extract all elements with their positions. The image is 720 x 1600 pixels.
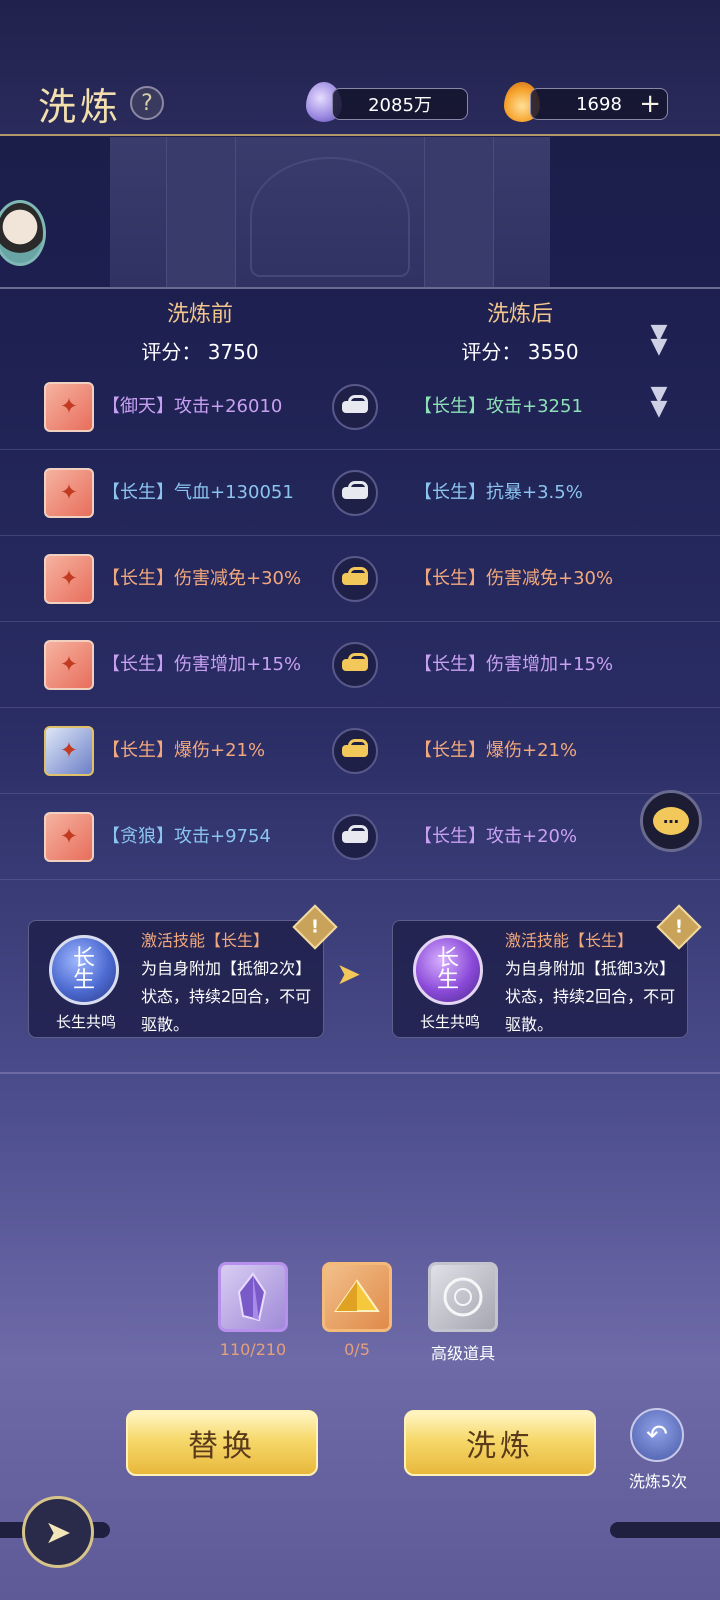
divider (0, 1072, 720, 1074)
attr-after: 【长生】攻击+3251 (414, 396, 583, 417)
lock-icon[interactable] (332, 384, 378, 430)
chevron-down-icon[interactable]: ▼ ▼ (648, 322, 670, 358)
skill-title: 激活技能【长生】 (141, 931, 270, 950)
boots-icon[interactable]: ✦ (44, 640, 94, 690)
banner-emblem-icon (250, 157, 410, 277)
refine-button[interactable]: 洗炼 (404, 1410, 596, 1476)
skill-name: 长生共鸣 (419, 1013, 480, 1031)
currency-flame: 1698 + (530, 88, 668, 120)
before-label: 洗炼前 (166, 302, 233, 327)
chevron-down-icon[interactable]: ▼ ▼ (648, 384, 670, 420)
lock-icon[interactable] (332, 556, 378, 602)
attr-before: 【贪狼】攻击+9754 (102, 826, 271, 847)
after-score: 评分： 3550 (340, 336, 700, 365)
avatar[interactable] (0, 200, 46, 266)
after-score-value: 3550 (527, 340, 579, 364)
crystal-item[interactable] (218, 1262, 288, 1332)
table-row: ✦ 【长生】气血+130051 【长生】抗暴+3.5% (0, 450, 720, 536)
attr-after: 【长生】伤害减免+30% (414, 568, 614, 589)
gold-ingot-item[interactable] (322, 1262, 392, 1332)
undo-icon[interactable]: ↶ (630, 1408, 684, 1462)
warning-icon[interactable]: ! (656, 904, 702, 950)
advanced-item-label: 高级道具 (430, 1344, 495, 1363)
skill-after: 长生 长生共鸣 激活技能【长生】 为自身附加【抵御3次】状态，持续2回合，不可驱… (392, 904, 702, 1038)
table-row: ✦ 【长生】爆伤+21% 【长生】爆伤+21% (0, 708, 720, 794)
help-icon[interactable]: ? (130, 86, 164, 120)
advanced-item-slot[interactable] (428, 1262, 498, 1332)
helmet-icon[interactable]: ✦ (44, 554, 94, 604)
lock-icon[interactable] (332, 728, 378, 774)
banner-panel (424, 137, 494, 287)
back-button[interactable]: ➤ (22, 1496, 94, 1568)
table-row: ✦ 【贪狼】攻击+9754 【长生】攻击+20% (0, 794, 720, 880)
advanced-item-icon (443, 1277, 483, 1317)
divider (0, 287, 720, 289)
before-score: 评分： 3750 (20, 336, 380, 365)
table-row: ✦ 【御天】攻击+26010 【长生】攻击+3251 ▼ ▼ (0, 364, 720, 450)
pendant-icon[interactable]: ✦ (44, 812, 94, 862)
currency-flame-value: 1698 (576, 93, 622, 115)
currency-spirit-value: 2085万 (368, 95, 432, 116)
gold-ingot-icon (334, 1279, 380, 1312)
after-label: 洗炼后 (486, 302, 553, 327)
armor-icon[interactable]: ✦ (44, 468, 94, 518)
page-title: 洗炼 (38, 85, 123, 129)
skill-title: 激活技能【长生】 (505, 931, 634, 950)
lock-icon[interactable] (332, 470, 378, 516)
skill-before: 长生 长生共鸣 激活技能【长生】 为自身附加【抵御2次】状态，持续2回合，不可驱… (28, 904, 338, 1038)
before-score-label: 评分： (141, 340, 202, 364)
table-row: ✦ 【长生】伤害减免+30% 【长生】伤害减免+30% (0, 536, 720, 622)
gold-ingot-count: 0/5 (344, 1340, 370, 1359)
attr-before: 【御天】攻击+26010 (102, 396, 283, 417)
banner (110, 137, 550, 287)
lock-icon[interactable] (332, 642, 378, 688)
after-header: 洗炼后 评分： 3550 (340, 296, 700, 365)
attr-after: 【长生】抗暴+3.5% (414, 482, 583, 503)
attr-after: 【长生】伤害增加+15% (414, 654, 614, 675)
banner-panel (166, 137, 236, 287)
before-score-value: 3750 (207, 340, 259, 364)
currency-spirit: 2085万 (332, 88, 468, 120)
weapon-icon[interactable]: ✦ (44, 382, 94, 432)
refine5-label[interactable]: 洗炼5次 (616, 1468, 700, 1492)
attr-before: 【长生】伤害增加+15% (102, 654, 302, 675)
attr-before: 【长生】气血+130051 (102, 482, 294, 503)
arrow-right-icon: ➤ (336, 957, 362, 992)
skill-orb-icon: 长生 (49, 935, 119, 1005)
skill-name: 长生共鸣 (55, 1013, 116, 1031)
skill-desc: 为自身附加【抵御2次】状态，持续2回合，不可驱散。 (141, 959, 312, 1034)
crystal-count: 110/210 (219, 1340, 287, 1359)
add-currency-button[interactable]: + (639, 90, 661, 118)
attr-after: 【长生】爆伤+21% (414, 740, 578, 761)
top-bar: 洗炼 ? 2085万 1698 + (0, 0, 720, 136)
bottom-bar (0, 1522, 720, 1538)
lock-icon[interactable] (332, 814, 378, 860)
replace-button[interactable]: 替换 (126, 1410, 318, 1476)
attr-before: 【长生】伤害减免+30% (102, 568, 302, 589)
crystal-icon (237, 1272, 267, 1322)
warning-icon[interactable]: ! (292, 904, 338, 950)
skill-desc: 为自身附加【抵御3次】状态，持续2回合，不可驱散。 (505, 959, 676, 1034)
attr-after: 【长生】攻击+20% (414, 826, 578, 847)
before-header: 洗炼前 评分： 3750 (20, 296, 380, 365)
after-score-label: 评分： (461, 340, 522, 364)
chat-icon[interactable]: … (640, 790, 702, 852)
bracelet-icon[interactable]: ✦ (44, 726, 94, 776)
table-row: ✦ 【长生】伤害增加+15% 【长生】伤害增加+15% (0, 622, 720, 708)
skill-orb-icon: 长生 (413, 935, 483, 1005)
attr-before: 【长生】爆伤+21% (102, 740, 266, 761)
